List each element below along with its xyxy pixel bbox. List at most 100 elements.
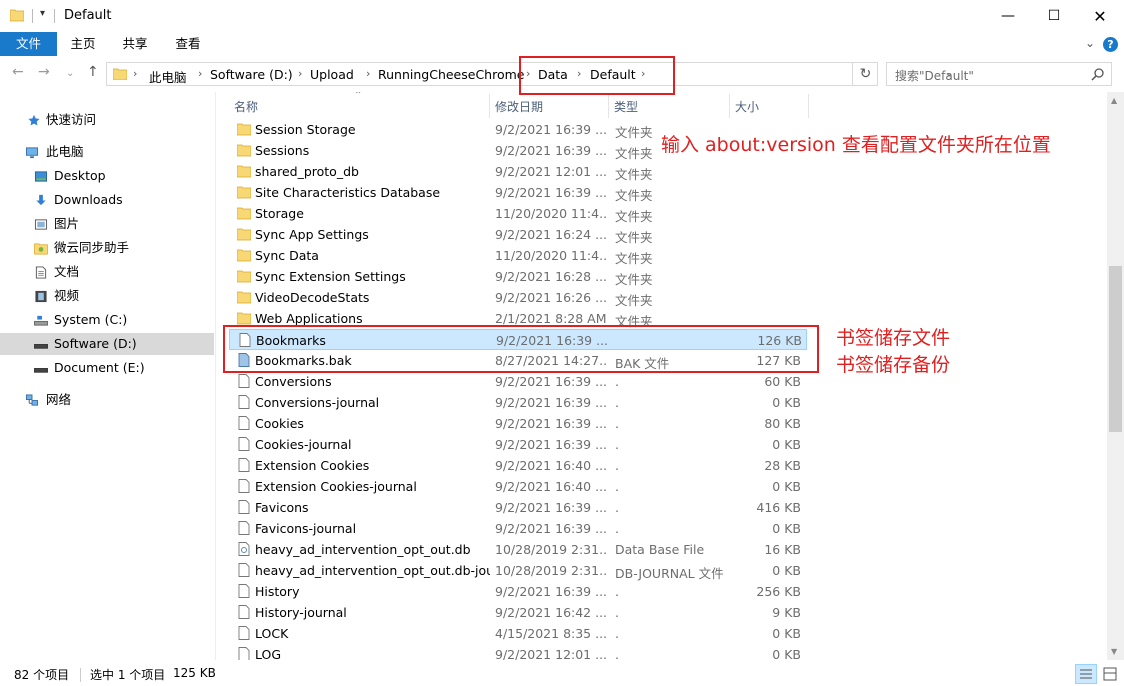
file-type: . [615,521,619,536]
forward-icon[interactable]: → [38,64,50,80]
file-row[interactable]: VideoDecodeStats 9/2/2021 16:26 ... 文件夹 [229,287,807,308]
address-bar[interactable]: › 此电脑 › Software (D:) › Upload › Running… [106,62,953,86]
file-type: . [615,437,619,452]
up-icon[interactable]: ↑ [87,64,99,80]
column-header-name[interactable]: 名称 [234,98,258,115]
chevron-right-icon[interactable]: › [366,67,370,80]
video-icon [35,290,47,303]
file-name: Conversions [255,374,332,389]
file-row[interactable]: Sync Extension Settings 9/2/2021 16:28 ..… [229,266,807,287]
sidebar-item-desktop[interactable]: Desktop [0,165,214,187]
file-type: Data Base File [615,542,705,557]
file-date: 9/2/2021 16:39 ... [495,437,607,452]
annotation-config-hint: 输入 about:version 查看配置文件夹所在位置 [661,134,1051,156]
refresh-icon[interactable]: ↻ [852,62,878,86]
crumb-upload[interactable]: Upload [310,67,354,82]
back-icon[interactable]: ← [12,64,24,80]
file-type: 文件夹 [615,167,653,182]
maximize-button[interactable]: ☐ [1031,0,1077,32]
file-icon [237,437,251,451]
sidebar-item-network[interactable]: 网络 [0,389,214,411]
file-row[interactable]: Site Characteristics Database 9/2/2021 16… [229,182,807,203]
file-row[interactable]: Cookies-journal 9/2/2021 16:39 .... 0 KB [229,434,807,455]
sidebar-item-label: Software (D:) [54,336,137,351]
tab-file[interactable]: 文件 [0,32,57,56]
file-type: 文件夹 [615,293,653,308]
file-row[interactable]: Extension Cookies 9/2/2021 16:40 .... 28 K… [229,455,807,476]
file-name: Cookies-journal [255,437,352,452]
file-row[interactable]: Sync App Settings 9/2/2021 16:24 ... 文件夹 [229,224,807,245]
crumb-this-pc[interactable]: 此电脑 [149,67,187,86]
details-view-icon[interactable] [1075,664,1097,684]
file-row[interactable]: Storage 11/20/2020 11:4... 文件夹 [229,203,807,224]
vertical-scrollbar[interactable]: ▲ ▼ [1107,92,1124,660]
file-row[interactable]: Conversions-journal 9/2/2021 16:39 .... 0 … [229,392,807,413]
minimize-button[interactable]: — [985,0,1031,32]
tab-view[interactable]: 查看 [165,32,211,56]
chevron-right-icon[interactable]: › [198,67,202,80]
large-icons-view-icon[interactable] [1101,665,1119,683]
status-bar: 82 个项目 选中 1 个项目 125 KB [0,662,1124,686]
file-row[interactable]: LOCK 4/15/2021 8:35 .... 0 KB [229,623,807,644]
file-row[interactable]: Favicons 9/2/2021 16:39 .... 416 KB [229,497,807,518]
file-row[interactable]: Conversions 9/2/2021 16:39 .... 60 KB [229,371,807,392]
file-name: Favicons-journal [255,521,357,536]
file-size: 0 KB [772,647,801,660]
ribbon-expand-icon[interactable]: ⌄ [1085,36,1095,50]
close-button[interactable]: ✕ [1077,0,1123,32]
file-row[interactable]: shared_proto_db 9/2/2021 12:01 ... 文件夹 [229,161,807,182]
file-icon [237,458,251,472]
column-header-type[interactable]: 类型 [614,98,638,115]
sidebar-item-system-drive[interactable]: System (C:) [0,309,214,331]
cloud-folder-icon [34,243,48,255]
chevron-right-icon[interactable]: › [133,67,137,80]
file-type: 文件夹 [615,251,653,266]
sidebar-item-downloads[interactable]: Downloads [0,189,214,211]
file-row[interactable]: heavy_ad_intervention_opt_out.db-jou... 1… [229,560,807,581]
file-row[interactable]: heavy_ad_intervention_opt_out.db 10/28/20… [229,539,807,560]
file-row[interactable]: History 9/2/2021 16:39 .... 256 KB [229,581,807,602]
file-name: History [255,584,300,599]
file-date: 9/2/2021 16:39 ... [495,584,607,599]
window-title: Default [64,8,112,23]
file-row[interactable]: Sync Data 11/20/2020 11:4... 文件夹 [229,245,807,266]
sidebar-item-document-drive[interactable]: Document (E:) [0,357,214,379]
file-type: 文件夹 [615,188,653,203]
sidebar-item-documents[interactable]: 文档 [0,261,214,283]
recent-dropdown-icon[interactable]: ⌄ [66,68,74,79]
sidebar-item-software-drive[interactable]: Software (D:) [0,333,214,355]
sidebar-item-quick-access[interactable]: 快速访问 [0,109,214,131]
file-size: 0 KB [772,437,801,452]
column-header-size[interactable]: 大小 [735,98,759,115]
crumb-software-drive[interactable]: Software (D:) [210,67,293,82]
file-size: 60 KB [764,374,801,389]
file-row[interactable]: Cookies 9/2/2021 16:39 .... 80 KB [229,413,807,434]
search-box[interactable]: 搜索"Default" [886,62,1112,86]
scroll-down-icon[interactable]: ▼ [1111,647,1117,656]
file-type: . [615,647,619,660]
column-header-date[interactable]: 修改日期 [495,98,543,115]
search-icon[interactable] [1091,67,1105,81]
quick-access-dropdown[interactable]: ▾ [40,8,45,19]
sidebar-item-weiyun[interactable]: 微云同步助手 [0,237,214,259]
tab-home[interactable]: 主页 [60,32,106,56]
file-row[interactable]: LOG 9/2/2021 12:01 .... 0 KB [229,644,807,660]
scrollbar-thumb[interactable] [1109,266,1122,432]
file-date: 9/2/2021 16:40 ... [495,479,607,494]
file-date: 9/2/2021 16:39 ... [495,143,607,158]
file-row[interactable]: History-journal 9/2/2021 16:42 .... 9 KB [229,602,807,623]
file-name: Extension Cookies-journal [255,479,417,494]
file-name: Sync Extension Settings [255,269,406,284]
annotation-bookmarks-backup: 书签储存备份 [836,354,951,376]
scroll-up-icon[interactable]: ▲ [1111,96,1117,105]
file-row[interactable]: Favicons-journal 9/2/2021 16:39 .... 0 KB [229,518,807,539]
chevron-right-icon[interactable]: › [298,67,302,80]
file-row[interactable]: Extension Cookies-journal 9/2/2021 16:40 … [229,476,807,497]
sidebar-item-pictures[interactable]: 图片 [0,213,214,235]
sidebar-item-videos[interactable]: 视频 [0,285,214,307]
file-icon [237,479,251,493]
sidebar-item-this-pc[interactable]: 此电脑 [0,141,214,163]
help-icon[interactable]: ? [1103,37,1118,52]
crumb-runningcheesechrome[interactable]: RunningCheeseChrome [378,67,524,82]
tab-share[interactable]: 共享 [112,32,158,56]
